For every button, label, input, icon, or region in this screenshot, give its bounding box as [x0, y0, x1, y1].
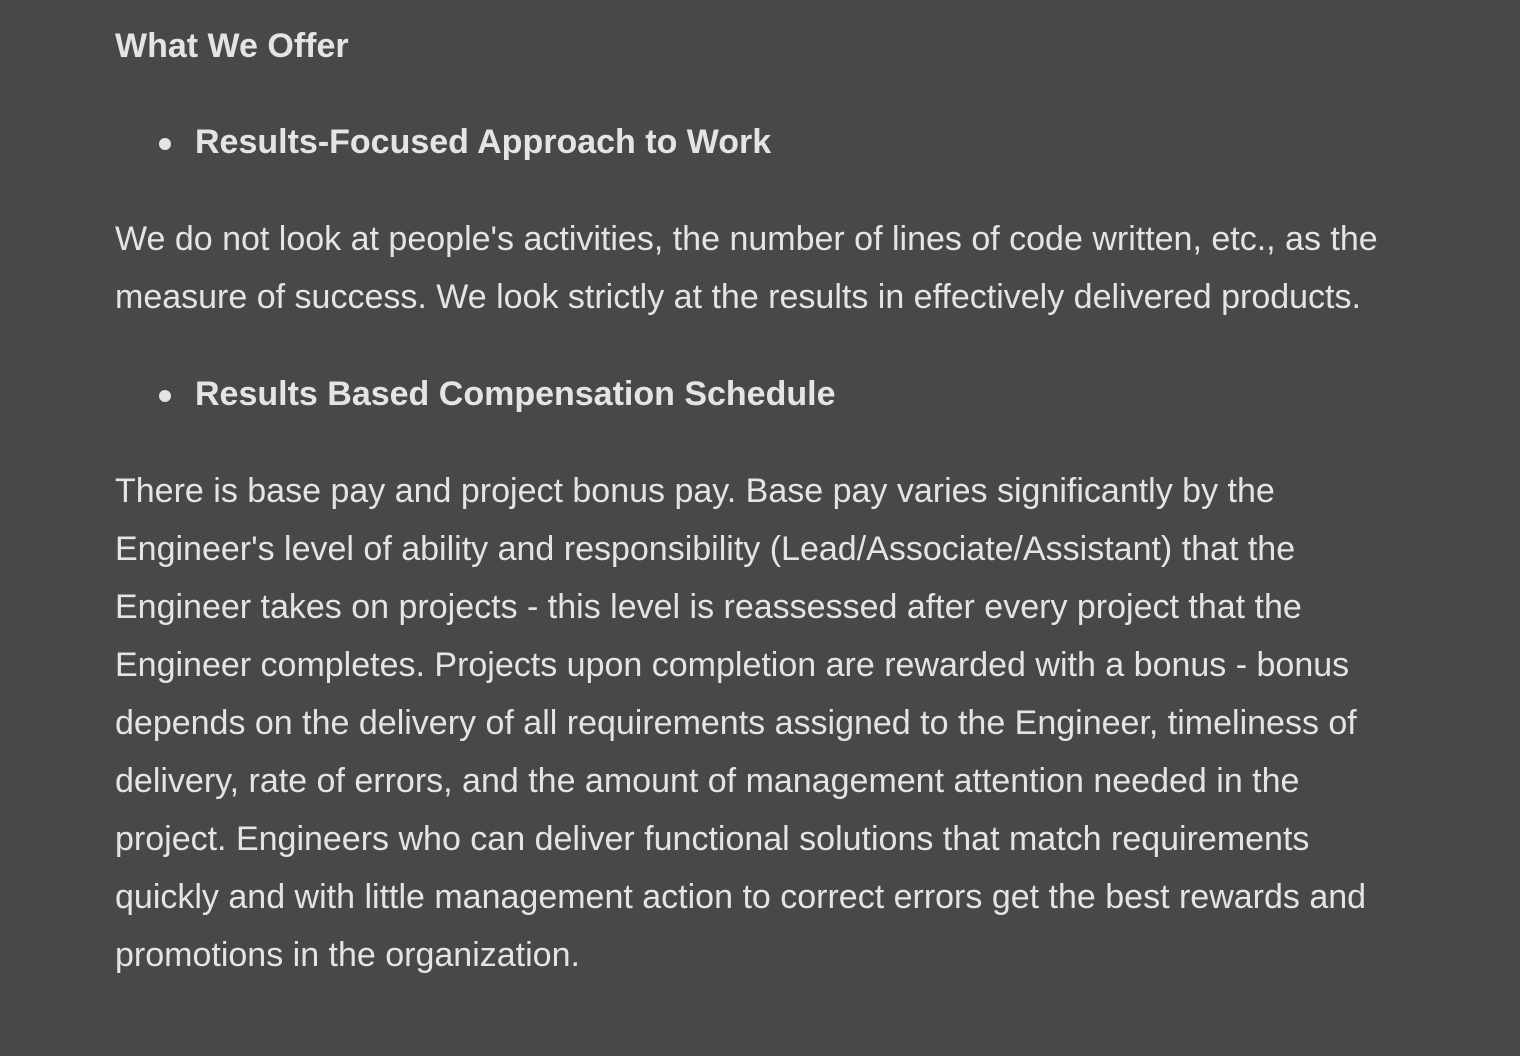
item-heading: Results-Focused Approach to Work — [115, 120, 1415, 164]
section-title: What We Offer — [115, 27, 349, 65]
list-item: Results Based Compensation Schedule Ther… — [115, 372, 1415, 984]
item-paragraph: There is base pay and project bonus pay.… — [115, 472, 1367, 974]
item-heading-text: Results-Focused Approach to Work — [195, 123, 772, 161]
bullet-icon — [159, 390, 171, 402]
item-heading: Results Based Compensation Schedule — [115, 372, 1415, 416]
item-heading-text: Results Based Compensation Schedule — [195, 375, 836, 413]
list-item: Results-Focused Approach to Work We do n… — [115, 120, 1415, 326]
offer-list: Results-Focused Approach to Work We do n… — [115, 120, 1415, 984]
document-content: What We Offer Results-Focused Approach t… — [115, 0, 1415, 984]
bullet-icon — [159, 138, 171, 150]
item-paragraph: We do not look at people's activities, t… — [115, 220, 1378, 316]
